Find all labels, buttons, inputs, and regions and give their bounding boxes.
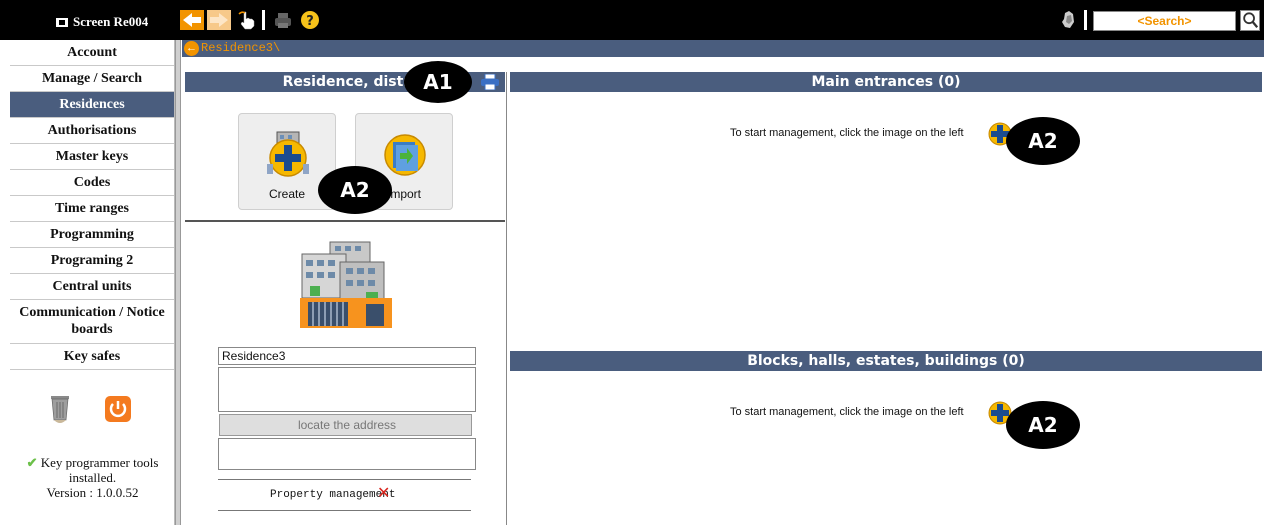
breadcrumb-path[interactable]: Residence3\	[201, 41, 280, 55]
sidebar-item-communication[interactable]: Communication / Notice boards	[10, 300, 174, 344]
check-icon: ✔	[26, 455, 38, 470]
trash-icon[interactable]	[48, 390, 72, 426]
divider	[218, 479, 471, 480]
sidebar-item-programing-2[interactable]: Programing 2	[10, 248, 174, 274]
sidebar-item-authorisations[interactable]: Authorisations	[10, 118, 174, 144]
screen-label: Screen Re004	[56, 14, 148, 30]
hand-pointer-icon[interactable]	[238, 10, 256, 30]
forward-arrow-icon[interactable]	[207, 10, 231, 30]
breadcrumb: ← Residence3\	[182, 40, 1264, 57]
residence-name-field[interactable]: Residence3	[218, 347, 476, 365]
monitor-icon	[56, 17, 68, 27]
callout-a2: A2	[1006, 401, 1080, 449]
search-input[interactable]: <Search>	[1093, 11, 1236, 31]
sidebar-item-manage-search[interactable]: Manage / Search	[10, 66, 174, 92]
sidebar-tools	[10, 385, 175, 435]
back-arrow-icon[interactable]	[180, 10, 204, 30]
svg-text:?: ?	[306, 14, 314, 29]
sidebar-item-programming[interactable]: Programming	[10, 222, 174, 248]
help-icon[interactable]: ?	[300, 10, 320, 30]
printer-icon[interactable]	[274, 10, 292, 30]
sidebar: Account Manage / Search Residences Autho…	[10, 40, 175, 525]
breadcrumb-back-icon[interactable]: ←	[184, 41, 199, 56]
sidebar-item-master-keys[interactable]: Master keys	[10, 144, 174, 170]
splitter[interactable]	[175, 40, 181, 525]
create-residence-icon	[267, 131, 309, 177]
status-text: ✔ Key programmer tools installed. Versio…	[10, 455, 175, 500]
locate-address-button[interactable]: locate the address	[219, 414, 472, 436]
panel-divider	[506, 72, 507, 525]
sidebar-item-account[interactable]: Account	[10, 40, 174, 66]
sidebar-item-key-safes[interactable]: Key safes	[10, 344, 174, 370]
version-text: Version : 1.0.0.52	[46, 485, 139, 500]
screen-label-text: Screen Re004	[73, 14, 149, 29]
main-entrances-header: Main entrances (0)	[510, 72, 1262, 92]
status-line-1: Key programmer tools installed.	[40, 455, 159, 485]
import-icon	[384, 134, 426, 176]
main-entrances-hint: To start management, click the image on …	[730, 127, 964, 139]
sidebar-item-central-units[interactable]: Central units	[10, 274, 174, 300]
blocks-hint: To start management, click the image on …	[730, 406, 964, 418]
search-icon[interactable]	[1240, 10, 1260, 31]
blocks-header: Blocks, halls, estates, buildings (0)	[510, 351, 1262, 371]
extra-field[interactable]	[218, 438, 476, 470]
print-icon[interactable]	[481, 74, 499, 90]
residence-building-image	[300, 241, 392, 328]
callout-a1: A1	[404, 61, 472, 103]
callout-a2: A2	[318, 166, 392, 214]
power-icon[interactable]	[104, 395, 132, 423]
remove-icon[interactable]: ✕	[377, 483, 390, 502]
divider	[185, 220, 505, 222]
address-textarea[interactable]	[218, 367, 476, 412]
toolbar-separator	[262, 10, 265, 30]
top-toolbar: Screen Re004 ? <Search>	[0, 0, 1264, 40]
sidebar-item-residences[interactable]: Residences	[10, 92, 174, 118]
user-hand-icon[interactable]	[1060, 10, 1076, 30]
callout-a2: A2	[1006, 117, 1080, 165]
sidebar-item-codes[interactable]: Codes	[10, 170, 174, 196]
divider	[218, 510, 471, 511]
sidebar-item-time-ranges[interactable]: Time ranges	[10, 196, 174, 222]
toolbar-separator	[1084, 10, 1087, 30]
